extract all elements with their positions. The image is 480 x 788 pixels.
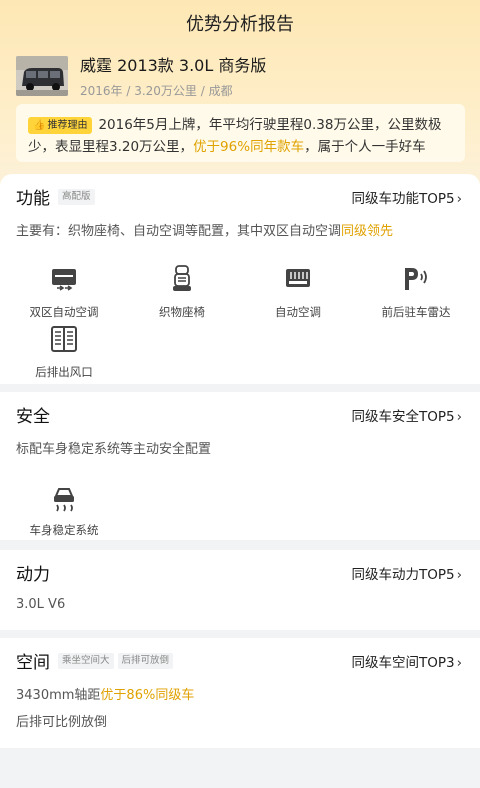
reason-highlight: 优于96%同年款车	[193, 139, 305, 155]
space-top3-link[interactable]: 同级车空间TOP3 ›	[351, 651, 462, 671]
recommend-tag: 👍 推荐理由	[28, 117, 93, 134]
chevron-right-icon: ›	[456, 655, 462, 671]
rear-vent-icon	[51, 326, 77, 352]
space-desc-rear-seat: 后排可比例放倒	[16, 715, 108, 730]
space-tag: 乘坐空间大	[58, 653, 114, 669]
function-desc-highlight: 同级领先	[341, 224, 394, 239]
space-desc-wheelbase: 3430mm轴距优于86%同级车	[16, 684, 194, 703]
recommend-tag-label: 推荐理由	[47, 120, 88, 131]
page-title: 优势分析报告	[186, 14, 294, 35]
stability-control-icon	[54, 488, 74, 512]
space-desc-highlight: 优于86%同级车	[100, 688, 195, 703]
function-title: 功能	[16, 189, 50, 209]
function-top5-link[interactable]: 同级车功能TOP5 ›	[351, 187, 462, 207]
safety-section: 安全 同级车安全TOP5 › 标配车身稳定系统等主动安全配置 车身稳定系统	[0, 392, 480, 540]
power-section: 动力 同级车动力TOP5 › 3.0L V6	[0, 550, 480, 630]
reason-text-tail: ，属于个人一手好车	[304, 139, 426, 155]
space-desc-text: 3430mm轴距	[16, 688, 101, 703]
car-thumbnail	[16, 55, 68, 96]
power-title: 动力	[16, 565, 50, 585]
car-summary: 威霆 2013款 3.0L 商务版 2016年 / 3.20万公里 / 成都	[16, 52, 266, 99]
feature-fabric-seat: 织物座椅	[132, 264, 232, 320]
auto-ac-icon	[286, 269, 310, 287]
power-link-label: 同级车动力TOP5	[351, 567, 455, 583]
feature-label: 双区自动空调	[29, 305, 99, 319]
feature-auto-ac: 自动空调	[248, 264, 348, 320]
function-desc: 主要有：织物座椅、自动空调等配置，其中双区自动空调同级领先	[16, 220, 393, 239]
chevron-right-icon: ›	[456, 567, 462, 583]
dual-zone-ac-icon	[52, 269, 76, 291]
space-tag: 后排可放倒	[117, 653, 174, 669]
feature-label: 自动空调	[275, 305, 321, 319]
feature-label: 前后驻车雷达	[381, 305, 451, 319]
function-link-label: 同级车功能TOP5	[351, 191, 455, 207]
feature-esp: 车身稳定系统	[14, 482, 114, 538]
seat-icon	[173, 265, 191, 291]
space-link-label: 同级车空间TOP3	[351, 655, 455, 671]
feature-rear-vent: 后排出风口	[14, 324, 114, 380]
chevron-right-icon: ›	[456, 191, 462, 207]
feature-label: 织物座椅	[159, 305, 205, 319]
function-desc-text: 主要有：织物座椅、自动空调等配置，其中双区自动空调	[16, 224, 342, 239]
space-section: 空间 乘坐空间大 后排可放倒 同级车空间TOP3 › 3430mm轴距优于86%同…	[0, 638, 480, 748]
safety-top5-link[interactable]: 同级车安全TOP5 ›	[351, 405, 462, 425]
safety-desc: 标配车身稳定系统等主动安全配置	[16, 442, 212, 457]
car-name: 威霆 2013款 3.0L 商务版	[80, 56, 267, 75]
function-section: 功能 高配版 同级车功能TOP5 › 主要有：织物座椅、自动空调等配置，其中双区自…	[0, 174, 480, 384]
recommend-reason: 👍 推荐理由 2016年5月上牌，年平均行驶里程0.38万公里，公里数极少，表显里程…	[16, 104, 465, 162]
thumbs-up-icon: 👍	[33, 120, 46, 131]
power-desc: 3.0L V6	[16, 597, 66, 612]
safety-title: 安全	[16, 407, 50, 427]
parking-radar-icon	[405, 268, 427, 290]
chevron-right-icon: ›	[456, 409, 462, 425]
space-title: 空间	[16, 653, 50, 673]
safety-link-label: 同级车安全TOP5	[351, 409, 455, 425]
feature-dual-zone-ac: 双区自动空调	[14, 264, 114, 320]
power-top5-link[interactable]: 同级车动力TOP5 ›	[351, 563, 462, 583]
feature-parking-radar: 前后驻车雷达	[366, 264, 466, 320]
function-tag: 高配版	[58, 189, 95, 205]
feature-label: 后排出风口	[35, 365, 93, 379]
car-meta: 2016年 / 3.20万公里 / 成都	[80, 84, 233, 98]
feature-label: 车身稳定系统	[29, 523, 99, 537]
